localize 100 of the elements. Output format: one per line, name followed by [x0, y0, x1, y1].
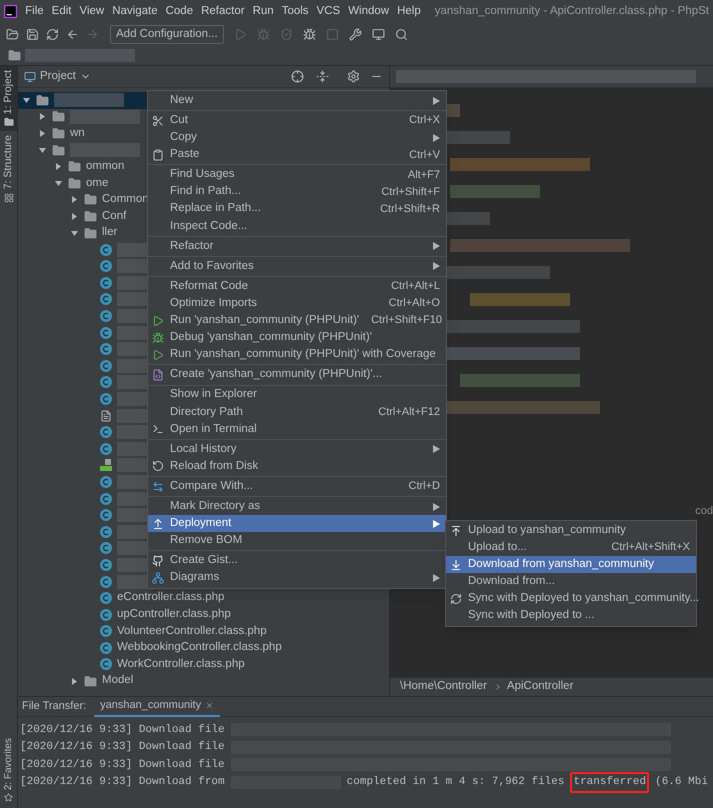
menu-item[interactable]: Find Usages Alt+F7 [148, 166, 446, 184]
crosshair-icon[interactable] [291, 70, 304, 83]
settings-icon[interactable] [347, 70, 360, 83]
tree-item-label[interactable]: upController.class.php [117, 606, 231, 624]
class-icon [100, 608, 112, 621]
reload-icon [152, 460, 164, 472]
expanded-arrow-icon[interactable] [38, 146, 47, 155]
save-icon[interactable] [26, 28, 39, 40]
menu-bar-item[interactable]: Tools [282, 2, 309, 20]
tree-item-label[interactable]: Common [102, 191, 149, 208]
breadcrumb-item[interactable]: \Home\Controller [400, 678, 487, 696]
menu-bar-item[interactable]: Help [397, 2, 421, 20]
menu-item[interactable]: Paste Ctrl+V [148, 146, 446, 164]
class-icon [100, 326, 112, 339]
side-tab[interactable]: 2: Favorites [0, 734, 17, 806]
tree-item-label[interactable]: ome [86, 174, 108, 192]
menu-bar-item[interactable]: View [80, 2, 104, 20]
menu-item[interactable]: Directory Path Ctrl+Alt+F12 [148, 404, 446, 421]
sync-icon[interactable] [46, 28, 59, 40]
menu-bar-item[interactable]: File [25, 2, 44, 20]
breadcrumb-item[interactable]: ApiController [506, 678, 574, 696]
expanded-arrow-icon[interactable] [54, 178, 63, 188]
collapsed-arrow-icon[interactable] [70, 676, 79, 686]
menu-item[interactable]: Local History [148, 440, 446, 458]
tree-item-label[interactable]: WebbookingController.class.php [117, 639, 282, 657]
menu-bar-item[interactable]: Code [166, 2, 194, 20]
menu-bar-item[interactable]: Refactor [201, 2, 245, 20]
menu-item[interactable]: Run 'yanshan_community (PHPUnit)' with Coverage [148, 346, 446, 364]
tree-item-label[interactable]: VolunteerController.class.php [117, 622, 267, 640]
side-tab[interactable]: 7: Structure [0, 131, 17, 207]
folder-icon [84, 674, 97, 688]
menu-item[interactable]: Upload to... Ctrl+Alt+Shift+X [446, 539, 696, 556]
expanded-arrow-icon[interactable] [70, 228, 79, 238]
class-icon [100, 376, 112, 388]
folder-icon [52, 110, 65, 124]
class-icon [100, 392, 112, 405]
wrench-icon[interactable] [348, 28, 362, 40]
menu-item[interactable]: Reload from Disk [148, 458, 446, 475]
menu-item[interactable]: Reformat Code Ctrl+Alt+L [148, 278, 446, 296]
menu-item[interactable]: Run 'yanshan_community (PHPUnit)' Ctrl+Shift+F10 [148, 312, 446, 330]
menu-item[interactable]: Upload to yanshan_community [446, 522, 696, 540]
tree-item-label[interactable]: WorkController.class.php [117, 656, 245, 674]
menu-item[interactable]: Inspect Code... [148, 218, 446, 235]
panel-title[interactable]: Project [40, 68, 76, 86]
collapsed-arrow-icon[interactable] [54, 162, 63, 172]
menu-item[interactable]: Show in Explorer [148, 386, 446, 404]
back-arrow-icon[interactable] [66, 28, 79, 40]
menu-item[interactable]: Open in Terminal [148, 420, 446, 438]
pixelated-area [54, 93, 124, 108]
search-icon[interactable] [394, 28, 408, 40]
menu-bar-item[interactable]: Run [252, 2, 274, 20]
bug-icon[interactable] [302, 28, 316, 40]
menu-bar-item[interactable]: Window [348, 2, 390, 20]
expanded-arrow-icon[interactable] [22, 96, 31, 105]
menu-item[interactable]: Diagrams [148, 569, 446, 587]
menu-item[interactable]: Download from... [446, 573, 696, 590]
menu-item[interactable]: Add to Favorites [148, 258, 446, 275]
menu-item[interactable]: Cut Ctrl+X [148, 112, 446, 130]
menu-item[interactable]: Create Gist... [148, 552, 446, 570]
menu-bar-item[interactable]: Navigate [112, 2, 158, 20]
tree-item-label[interactable]: ller [102, 224, 118, 242]
collapsed-arrow-icon[interactable] [38, 128, 47, 138]
tree-item-label[interactable]: eController.class.php [117, 589, 224, 607]
class-icon [100, 360, 112, 372]
menu-bar-item[interactable]: Edit [52, 2, 72, 20]
menu-bar-item[interactable]: VCS [316, 2, 340, 20]
add-configuration-button[interactable]: Add Configuration... [110, 24, 224, 44]
tree-item-label[interactable]: wn [70, 124, 85, 142]
close-icon[interactable] [205, 701, 214, 710]
menu-item[interactable]: Debug 'yanshan_community (PHPUnit)' [148, 329, 446, 346]
folder-open-icon[interactable] [6, 28, 19, 40]
menu-item[interactable]: Compare With... Ctrl+D [148, 478, 446, 496]
menu-item[interactable]: Mark Directory as [148, 498, 446, 516]
collapsed-arrow-icon[interactable] [70, 212, 79, 221]
collapse-icon[interactable] [316, 70, 329, 83]
menu-item[interactable]: New [148, 92, 446, 110]
tree-item-label[interactable]: Conf [102, 208, 126, 226]
menu-item[interactable]: Remove BOM [148, 532, 446, 550]
menu-item[interactable]: Copy [148, 129, 446, 146]
menu-item[interactable]: Find in Path... Ctrl+Shift+F [148, 183, 446, 201]
menu-item[interactable]: Refactor [148, 238, 446, 255]
clipboard-icon [152, 148, 164, 161]
collapsed-arrow-icon[interactable] [38, 112, 47, 122]
menu-item[interactable]: Create 'yanshan_community (PHPUnit)'... [148, 366, 446, 384]
window-icon[interactable] [372, 28, 385, 40]
menu-item[interactable]: Download from yanshan_community [446, 556, 696, 574]
side-tab[interactable]: 1: Project [0, 66, 17, 132]
panel-tab[interactable]: yanshan_community [94, 696, 220, 716]
diagram-icon [152, 572, 164, 584]
menu-item[interactable]: Optimize Imports Ctrl+Alt+O [148, 295, 446, 312]
menu-item[interactable]: Deployment [148, 515, 446, 532]
menu-item[interactable]: Replace in Path... Ctrl+Shift+R [148, 200, 446, 218]
folder-icon [84, 210, 97, 223]
menu-item[interactable]: Sync with Deployed to ... [446, 607, 696, 625]
tree-item-label[interactable]: ommon [86, 158, 124, 176]
class-icon [100, 658, 112, 670]
tree-item-label[interactable]: Model [102, 672, 134, 690]
sync-icon [450, 592, 462, 605]
menu-item[interactable]: Sync with Deployed to yanshan_community... [446, 590, 696, 608]
collapsed-arrow-icon[interactable] [70, 195, 79, 204]
